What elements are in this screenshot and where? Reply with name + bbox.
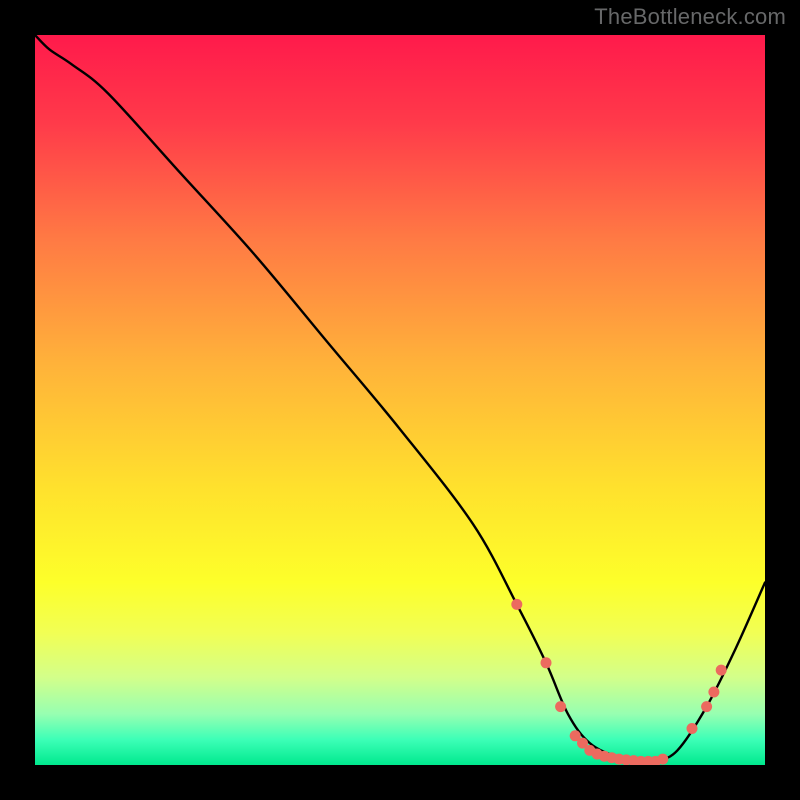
highlight-markers xyxy=(511,599,726,765)
highlight-point xyxy=(541,657,552,668)
attribution-label: TheBottleneck.com xyxy=(594,4,786,30)
curve-line xyxy=(35,35,765,762)
highlight-point xyxy=(687,723,698,734)
highlight-point xyxy=(708,687,719,698)
highlight-point xyxy=(555,701,566,712)
plot-area xyxy=(35,35,765,765)
highlight-point xyxy=(701,701,712,712)
chart-frame: TheBottleneck.com xyxy=(0,0,800,800)
bottleneck-curve xyxy=(35,35,765,765)
highlight-point xyxy=(716,665,727,676)
highlight-point xyxy=(511,599,522,610)
highlight-point xyxy=(657,754,668,765)
